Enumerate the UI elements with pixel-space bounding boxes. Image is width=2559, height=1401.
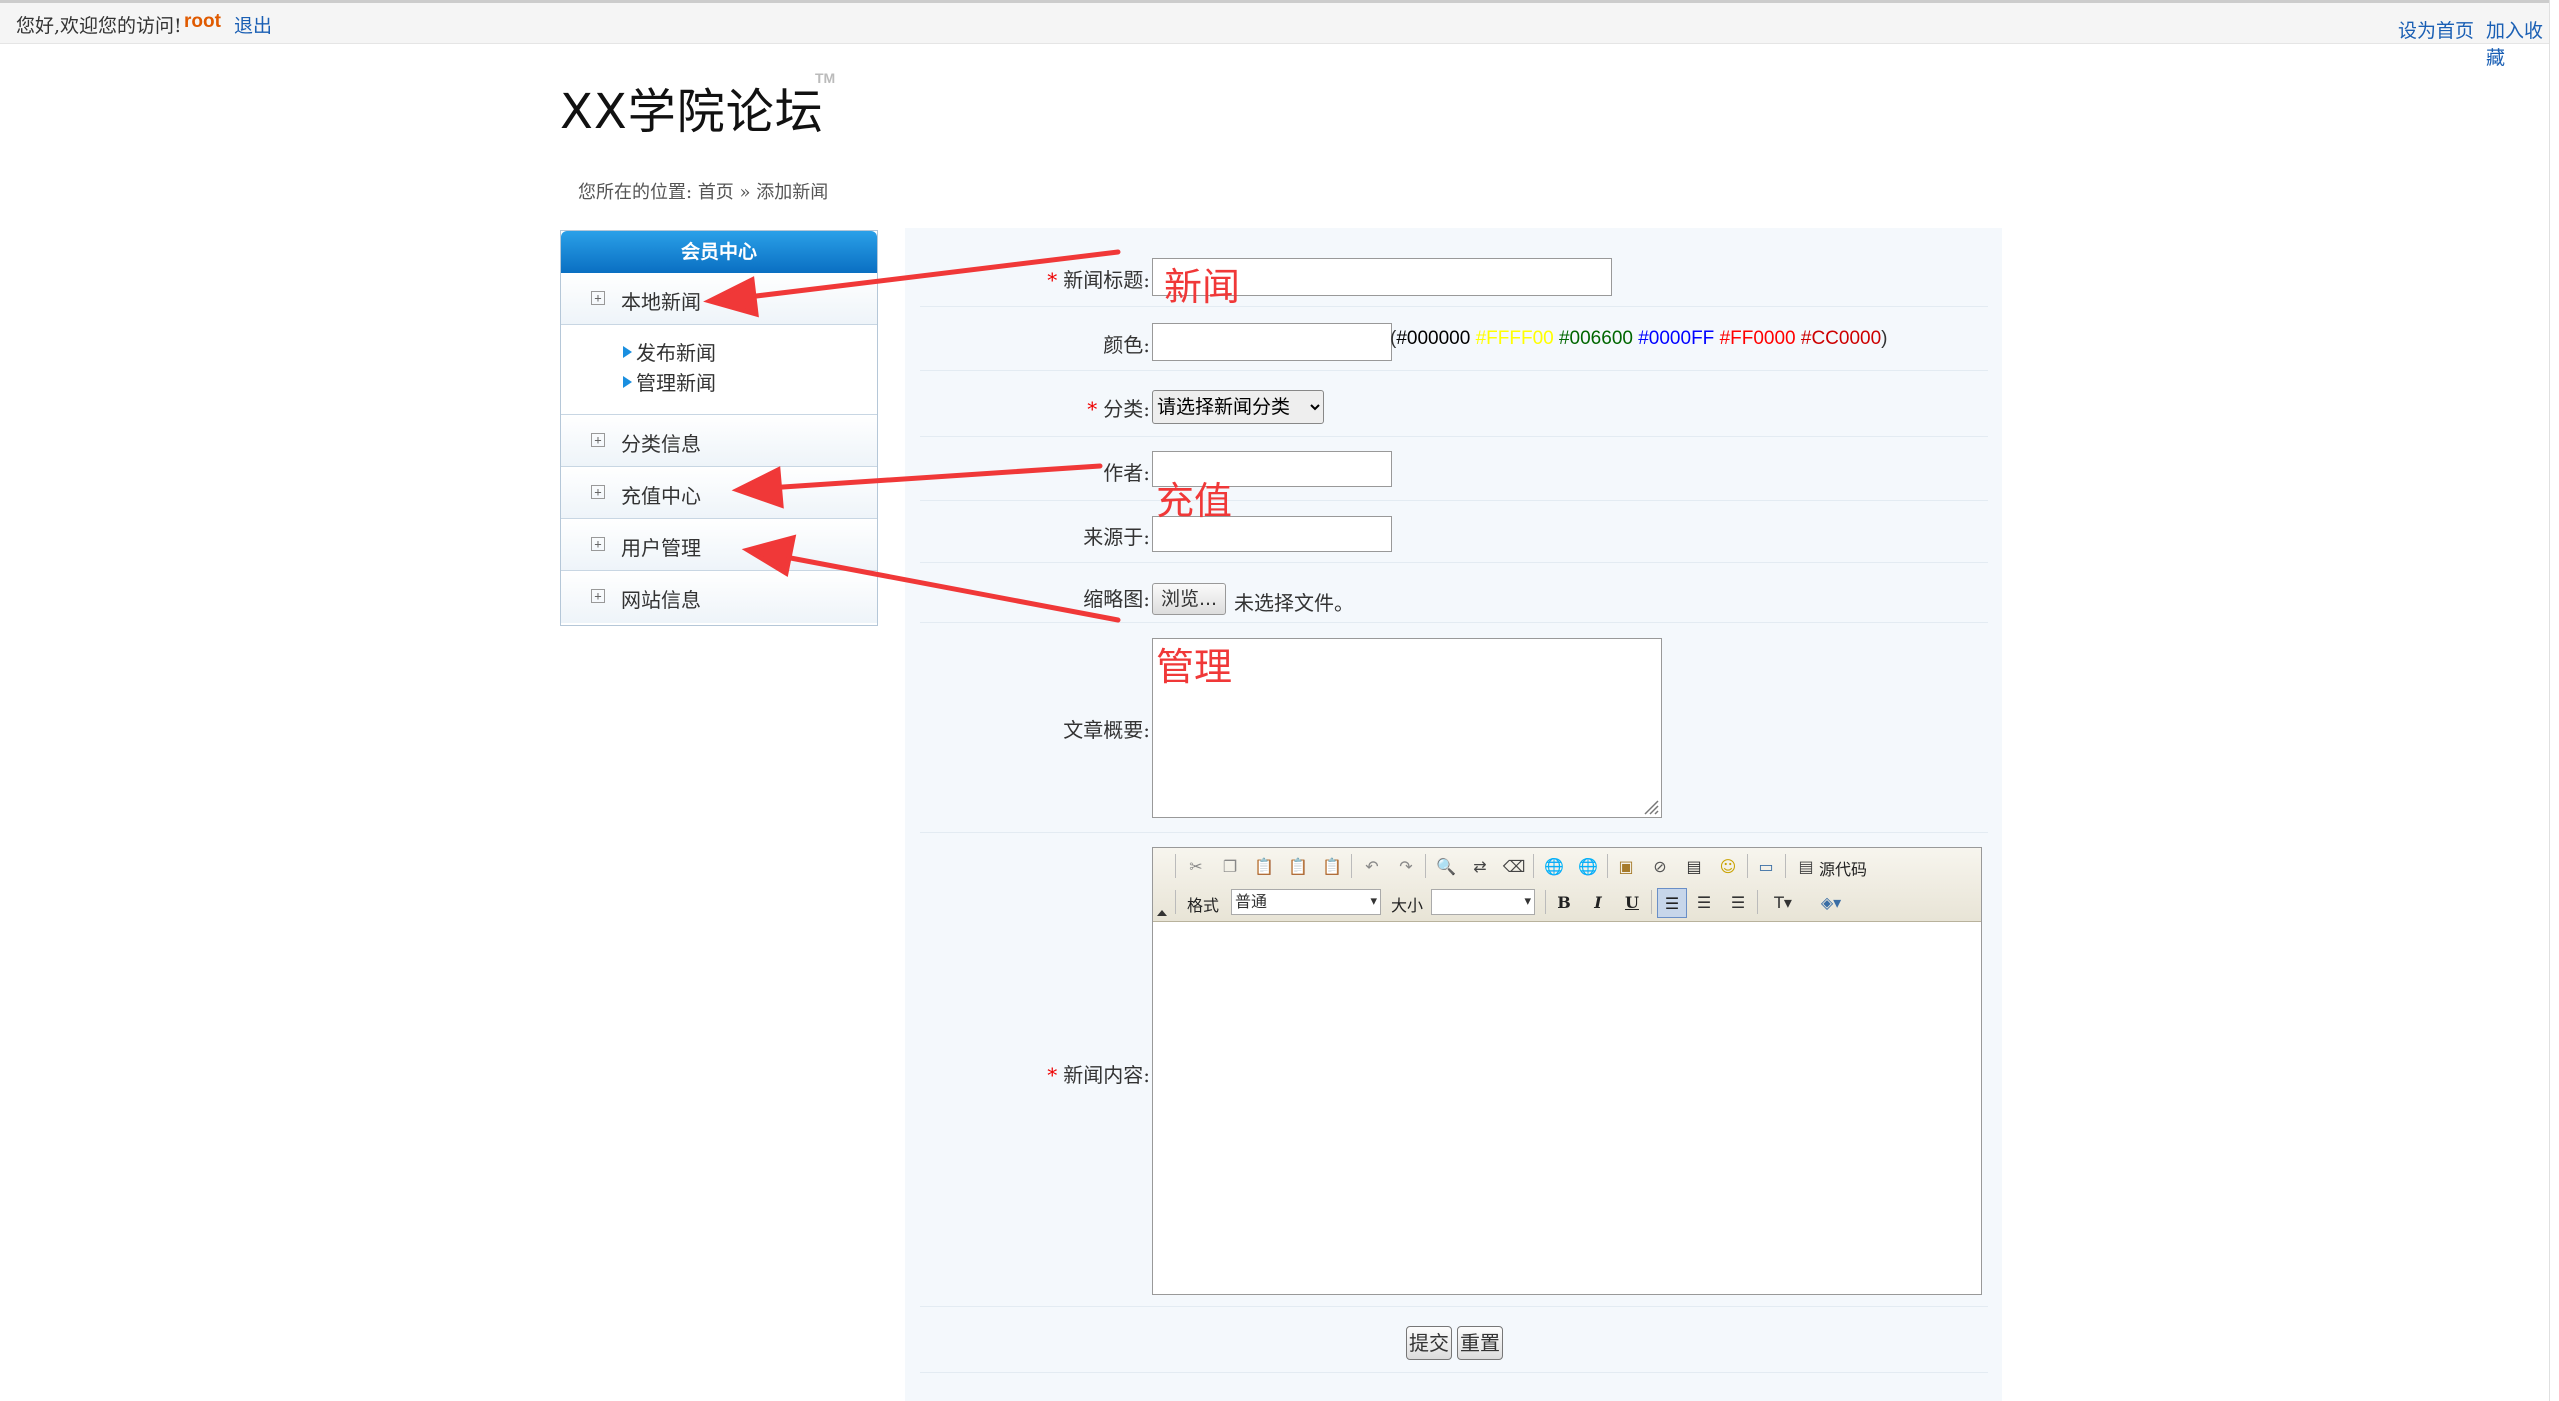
arrow-head-icon: [741, 534, 797, 577]
arrow-to-recharge: [765, 463, 1103, 491]
arrow-head-icon: [703, 276, 759, 318]
arrow-to-local-news: [737, 249, 1121, 301]
arrow-head-icon: [731, 466, 784, 509]
arrow-to-user-management: [777, 553, 1121, 623]
annotation-arrows: [703, 249, 1121, 623]
